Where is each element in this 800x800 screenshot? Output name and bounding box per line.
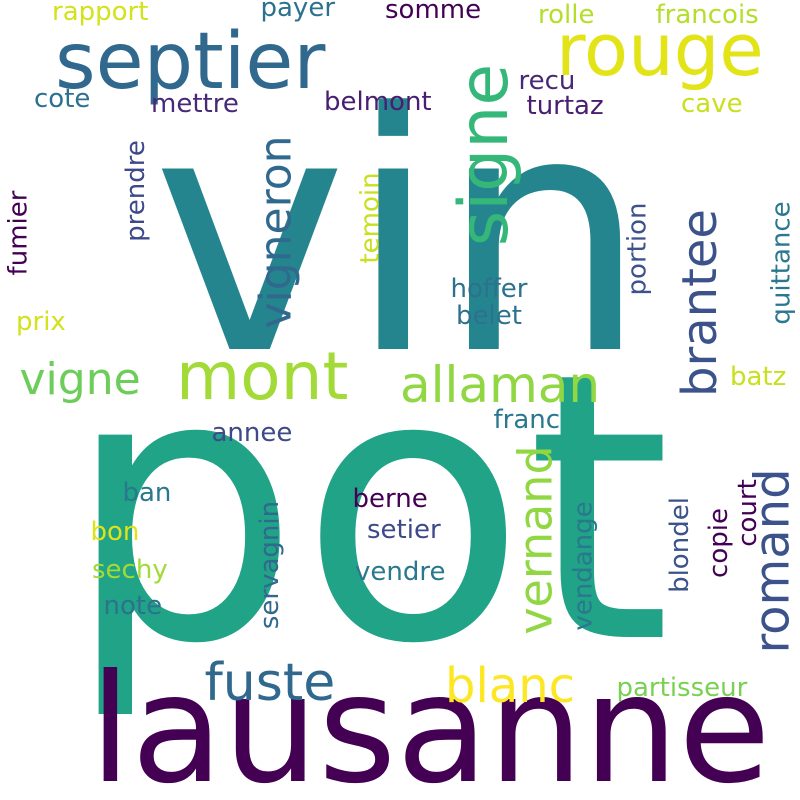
word-vendre: vendre bbox=[355, 557, 446, 587]
word-sechy: sechy bbox=[92, 555, 168, 585]
word-vigneron: vigneron bbox=[250, 135, 302, 329]
word-portion: portion bbox=[621, 202, 652, 296]
word-belet: belet bbox=[456, 301, 522, 331]
word-cloud: vin pot lausanne septier rouge signe mont vigne… bbox=[0, 0, 800, 800]
word-mettre: mettre bbox=[151, 89, 239, 119]
word-vendange: vendange bbox=[568, 501, 599, 631]
word-brantee: brantee bbox=[671, 209, 728, 397]
word-berne: berne bbox=[352, 484, 428, 514]
word-blondel: blondel bbox=[664, 497, 695, 593]
word-vigne: vigne bbox=[19, 354, 141, 405]
word-mont: mont bbox=[176, 338, 349, 415]
word-francois: francois bbox=[655, 0, 759, 30]
word-quittance: quittance bbox=[766, 201, 797, 325]
word-cave: cave bbox=[681, 89, 743, 119]
word-prix: prix bbox=[16, 307, 66, 337]
word-fumier: fumier bbox=[2, 190, 33, 276]
word-fuste: fuste bbox=[204, 653, 336, 713]
word-temoin: temoin bbox=[355, 172, 386, 264]
word-annee: annee bbox=[211, 418, 293, 448]
word-payer: payer bbox=[260, 0, 336, 23]
word-somme: somme bbox=[385, 0, 482, 25]
word-allaman: allaman bbox=[400, 356, 601, 414]
word-franc: franc bbox=[493, 405, 561, 435]
word-hoffer: hoffer bbox=[450, 274, 528, 304]
word-batz: batz bbox=[730, 362, 787, 392]
word-servagnin: servagnin bbox=[255, 500, 286, 630]
word-partisseur: partisseur bbox=[616, 673, 748, 703]
word-signe: signe bbox=[445, 63, 525, 247]
word-cote: cote bbox=[34, 84, 91, 114]
word-rapport: rapport bbox=[52, 0, 149, 27]
word-blanc: blanc bbox=[445, 658, 576, 714]
word-note: note bbox=[103, 591, 163, 621]
word-setier: setier bbox=[367, 515, 441, 545]
word-copie: copie bbox=[703, 508, 734, 578]
word-bon: bon bbox=[90, 517, 140, 547]
word-vernand: vernand bbox=[508, 445, 563, 635]
word-prendre: prendre bbox=[120, 140, 151, 242]
word-turtaz: turtaz bbox=[526, 91, 604, 121]
word-belmont: belmont bbox=[324, 87, 432, 117]
word-ban: ban bbox=[122, 478, 172, 508]
word-rolle: rolle bbox=[538, 0, 595, 30]
word-court: court bbox=[732, 479, 763, 547]
